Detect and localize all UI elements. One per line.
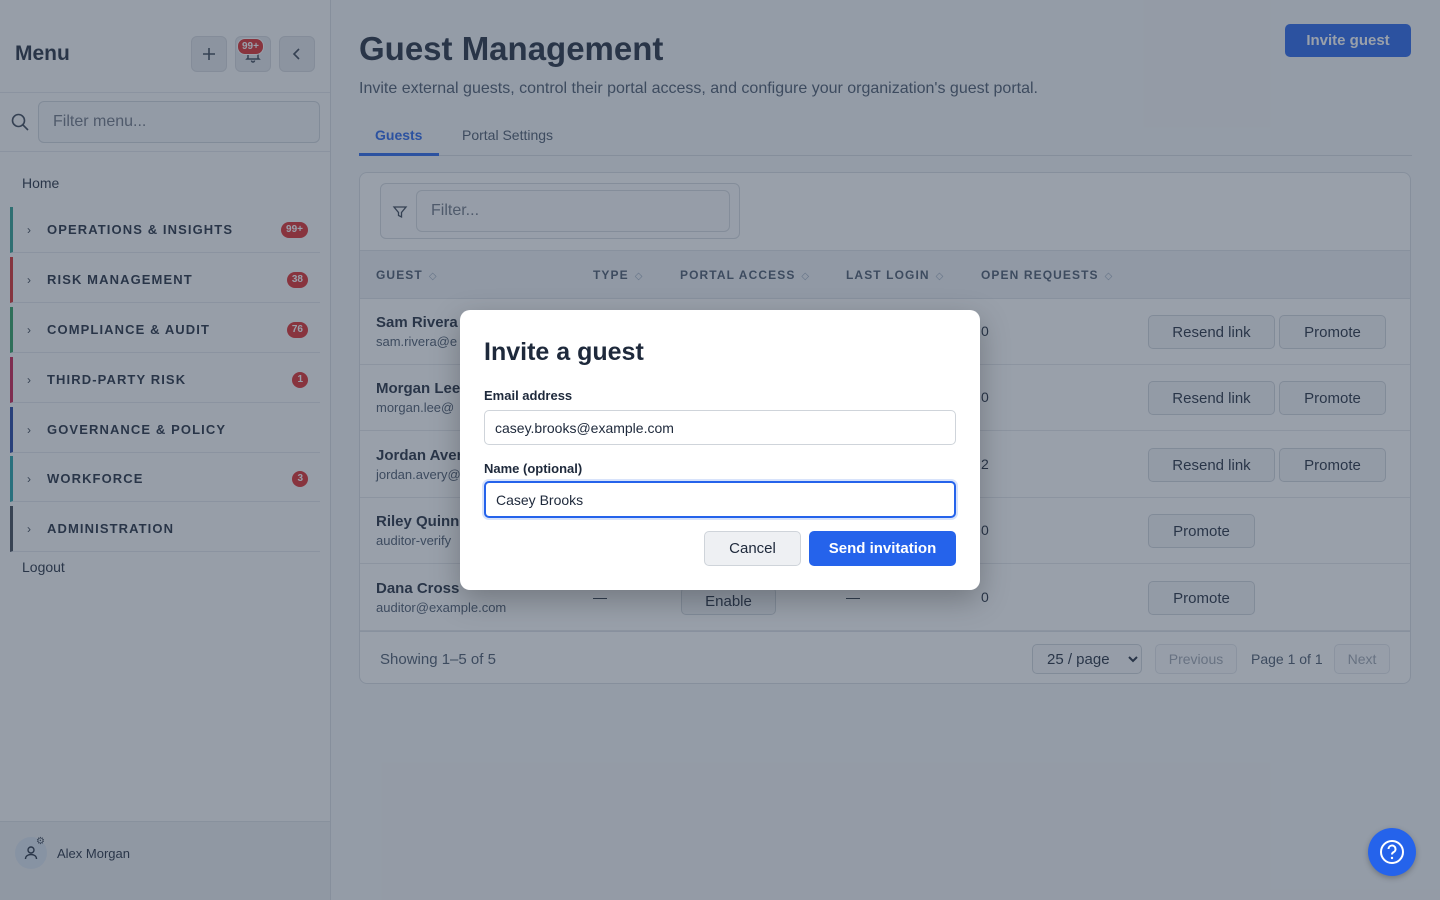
name-label: Name (optional) <box>484 461 583 476</box>
send-invitation-button[interactable]: Send invitation <box>809 531 956 566</box>
question-icon <box>1380 840 1404 864</box>
cancel-button[interactable]: Cancel <box>704 531 801 566</box>
help-button[interactable] <box>1368 828 1416 876</box>
dialog-title: Invite a guest <box>484 338 644 366</box>
email-field[interactable] <box>484 410 956 445</box>
invite-guest-dialog: Invite a guest Email address Name (optio… <box>460 310 980 590</box>
name-field[interactable] <box>484 481 956 518</box>
email-label: Email address <box>484 388 573 403</box>
